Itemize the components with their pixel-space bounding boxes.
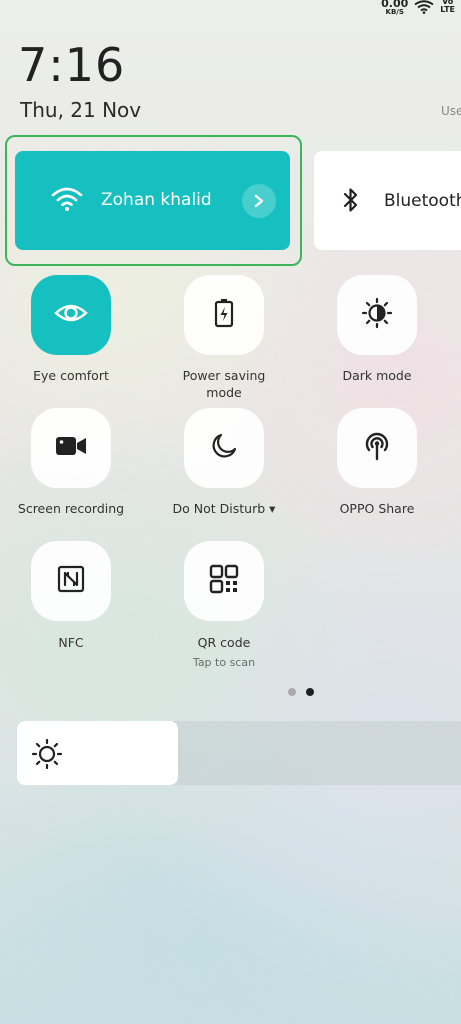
- nfc-label: NFC: [58, 635, 84, 650]
- do-not-disturb-label: Do Not Disturb ▾: [154, 500, 294, 517]
- chevron-right-icon: [254, 194, 264, 208]
- video-camera-icon: [55, 435, 87, 461]
- battery-bolt-icon: [214, 298, 234, 332]
- power-saving-label: Power saving mode: [154, 367, 294, 401]
- wifi-tile[interactable]: Zohan khalid: [15, 151, 290, 250]
- eye-icon: [54, 301, 88, 329]
- sun-icon: [31, 738, 63, 774]
- volte-indicator: Vo LTE: [440, 0, 455, 14]
- oppo-share-toggle[interactable]: [337, 408, 417, 488]
- bluetooth-label: Bluetooth: [384, 191, 461, 211]
- power-saving-label-line1: Power saving: [182, 368, 266, 383]
- pager-dot-2[interactable]: [306, 688, 314, 696]
- power-saving-label-line2: mode: [206, 385, 242, 400]
- wifi-icon: [51, 186, 83, 216]
- status-bar: 0.00 KB/S Vo LTE: [381, 0, 455, 18]
- share-signal-icon: [361, 430, 393, 466]
- date: Thu, 21 Nov: [20, 98, 142, 122]
- bluetooth-icon: [342, 187, 360, 217]
- header-right-link[interactable]: Use: [441, 104, 461, 118]
- network-speed: 0.00 KB/S: [381, 0, 408, 16]
- qr-code-sublabel: Tap to scan: [192, 656, 256, 669]
- power-saving-toggle[interactable]: [184, 275, 264, 355]
- oppo-share-label: OPPO Share: [339, 501, 415, 516]
- nfc-icon: [57, 565, 85, 597]
- qr-code-icon: [209, 564, 239, 598]
- do-not-disturb-label-text: Do Not Disturb: [172, 501, 266, 516]
- volte-bottom-label: LTE: [440, 5, 455, 14]
- network-speed-unit: KB/S: [385, 8, 404, 16]
- dark-mode-label: Dark mode: [342, 368, 412, 383]
- wifi-details-button[interactable]: [242, 184, 276, 218]
- nfc-toggle[interactable]: [31, 541, 111, 621]
- moon-icon: [210, 432, 238, 464]
- wifi-network-name: Zohan khalid: [101, 190, 212, 210]
- eye-comfort-label: Eye comfort: [33, 368, 109, 383]
- do-not-disturb-toggle[interactable]: [184, 408, 264, 488]
- qr-code-label: QR code: [197, 635, 251, 650]
- pager-dot-1[interactable]: [288, 688, 296, 696]
- screen-recording-label: Screen recording: [17, 501, 125, 516]
- screen-recording-toggle[interactable]: [31, 408, 111, 488]
- clock: 7:16: [18, 38, 126, 92]
- bluetooth-tile[interactable]: Bluetooth: [314, 151, 461, 250]
- wifi-status-icon: [414, 0, 434, 14]
- dark-mode-toggle[interactable]: [337, 275, 417, 355]
- do-not-disturb-dropdown-icon[interactable]: ▾: [269, 501, 275, 516]
- dark-mode-icon: [361, 297, 393, 333]
- qr-code-toggle[interactable]: [184, 541, 264, 621]
- eye-comfort-toggle[interactable]: [31, 275, 111, 355]
